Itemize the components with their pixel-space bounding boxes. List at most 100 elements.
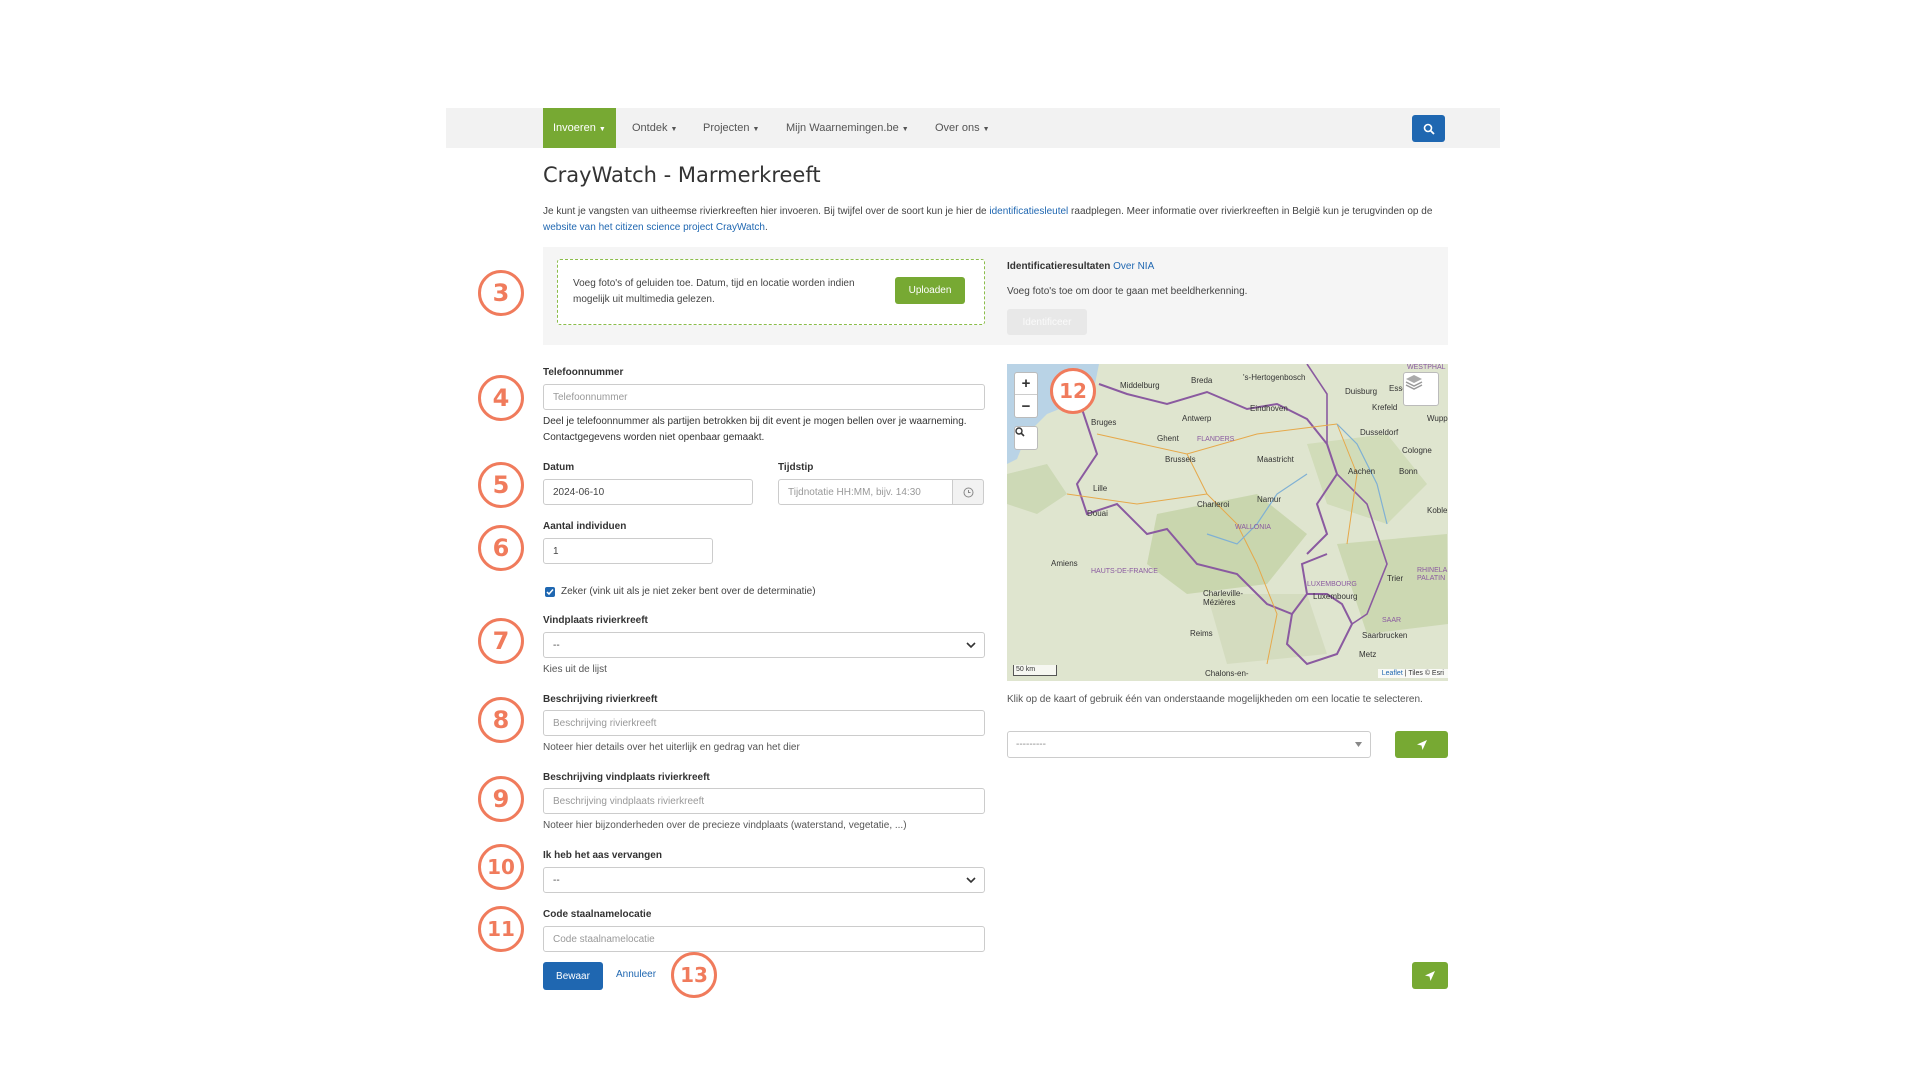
map-city-label: Charleville-Mézières [1203,589,1244,607]
location-arrow-icon [1425,970,1435,981]
map-region-label: RHINELA PALATIN [1417,567,1447,582]
identify-button[interactable]: Identificeer [1007,309,1087,335]
time-input[interactable]: Tijdnotatie HH:MM, bijv. 14:30 [778,479,954,505]
tiles-credit: | Tiles © Esri [1402,670,1444,677]
annotation-marker: 5 [478,462,524,508]
date-input[interactable]: 2024-06-10 [543,479,753,505]
map-region-label: WESTPHAL [1407,364,1446,371]
location-select-value: --------- [1016,739,1046,750]
chevron-down-icon [966,642,976,649]
nia-title: Identificatieresultaten [1007,261,1111,272]
chevron-down-icon [966,877,976,884]
layers-button[interactable] [1403,372,1439,406]
bait-select-value: -- [553,874,560,886]
caret-down-icon: ▼ [752,126,760,133]
map-city-label: Breda [1191,376,1213,385]
phone-label: Telefoonnummer [543,367,624,378]
map-city-label: Aachen [1348,467,1376,476]
craywatch-website-link[interactable]: website van het citizen science project … [543,222,765,233]
caret-down-icon: ▼ [982,126,990,133]
site-select-value: -- [553,639,560,651]
map-city-label: 's-Hertogenbosch [1243,373,1306,382]
sure-checkbox[interactable] [545,587,555,597]
site-description-help: Noteer hier bijzonderheden over de preci… [543,820,907,831]
annotation-marker: 10 [478,844,524,890]
map-region-label: FLANDERS [1197,436,1235,443]
map-city-label: Lille [1093,484,1108,493]
phone-help: Deel je telefoonnummer als partijen betr… [543,416,967,443]
intro-part-2: raadplegen. Meer informatie over rivierk… [1068,206,1433,217]
description-help: Noteer hier details over het uiterlijk e… [543,742,800,753]
map-scale: 50 km [1013,665,1057,676]
count-label: Aantal individuen [543,521,627,532]
nav-invoeren[interactable]: Invoeren ▼ [543,108,616,148]
nav-projecten-label: Projecten [703,122,750,134]
annotation-marker: 7 [478,618,524,664]
nav-mijn-waarnemingen[interactable]: Mijn Waarnemingen.be ▼ [776,108,919,148]
zoom-in-button[interactable]: + [1015,373,1037,395]
leaflet-link[interactable]: Leaflet [1382,670,1403,677]
map-city-label: Krefeld [1372,403,1398,412]
nav-projecten[interactable]: Projecten ▼ [693,108,769,148]
caret-down-icon [1355,742,1362,747]
zoom-out-button[interactable]: − [1015,395,1037,417]
nav-ontdek[interactable]: Ontdek ▼ [622,108,687,148]
location-arrow-icon [1416,739,1427,750]
map-city-label: Duisburg [1345,387,1378,396]
map-city-label: Middelburg [1120,381,1160,390]
time-picker-button[interactable] [952,479,984,505]
map-city-label: Amiens [1051,559,1078,568]
page-title: CrayWatch - Marmerkreeft [543,163,821,187]
phone-input[interactable]: Telefoonnummer [543,384,985,410]
location-select[interactable]: --------- [1007,731,1371,758]
code-input[interactable]: Code staalnamelocatie [543,926,985,952]
nav-ontdek-label: Ontdek [632,122,668,134]
bait-select[interactable]: -- [543,867,985,893]
cancel-link[interactable]: Annuleer [616,969,656,980]
map-city-label: Reims [1190,629,1213,638]
bait-label: Ik heb het aas vervangen [543,850,662,861]
map-city-label: Antwerp [1182,414,1212,423]
site-help: Kies uit de lijst [543,664,607,675]
save-button[interactable]: Bewaar [543,962,603,990]
map-city-label: Bonn [1399,467,1418,476]
map-city-label: Dusseldorf [1360,428,1399,437]
locate-me-button[interactable] [1395,731,1448,758]
map-city-label: Luxembourg [1313,592,1358,601]
search-button[interactable] [1412,115,1445,142]
identification-key-link[interactable]: identificatiesleutel [989,206,1068,217]
locate-button-bottom[interactable] [1412,962,1448,989]
description-label: Beschrijving rivierkreeft [543,694,658,705]
clock-icon [963,487,973,497]
map-city-label: Saarbrucken [1362,631,1408,640]
annotation-marker: 12 [1050,368,1096,414]
map-search-button[interactable] [1015,427,1037,449]
map-attribution: Leaflet | Tiles © Esri [1377,669,1448,678]
map-region-label: WALLONIA [1235,524,1271,531]
nia-heading: Identificatieresultaten Over NIA [1007,261,1154,272]
caret-down-icon: ▼ [670,126,678,133]
map-city-label: Eindhoven [1250,404,1288,413]
count-input[interactable]: 1 [543,538,713,564]
nav-mijn-label: Mijn Waarnemingen.be [786,122,899,134]
intro-part-3: . [764,222,768,233]
map-help: Klik op de kaart of gebruik één van onde… [1007,694,1423,705]
map-city-label: Bruges [1091,418,1117,427]
search-icon [1015,427,1025,437]
nia-instructions: Voeg foto's toe om door te gaan met beel… [1007,286,1248,297]
site-description-input[interactable]: Beschrijving vindplaats rivierkreeft [543,788,985,814]
annotation-marker: 13 [671,952,717,998]
site-description-label: Beschrijving vindplaats rivierkreeft [543,772,710,783]
date-label: Datum [543,462,575,473]
map-city-label: Trier [1387,574,1404,583]
upload-button[interactable]: Uploaden [895,277,965,304]
site-select[interactable]: -- [543,632,985,658]
nav-over-ons[interactable]: Over ons ▼ [925,108,1000,148]
map-region-label: SAAR [1382,617,1402,624]
search-icon [1423,123,1435,135]
about-nia-link[interactable]: Over NIA [1113,261,1154,272]
time-label: Tijdstip [778,462,814,473]
code-label: Code staalnamelocatie [543,909,652,920]
intro-text: Je kunt je vangsten van uitheemse rivier… [543,204,1443,236]
description-input[interactable]: Beschrijving rivierkreeft [543,710,985,736]
